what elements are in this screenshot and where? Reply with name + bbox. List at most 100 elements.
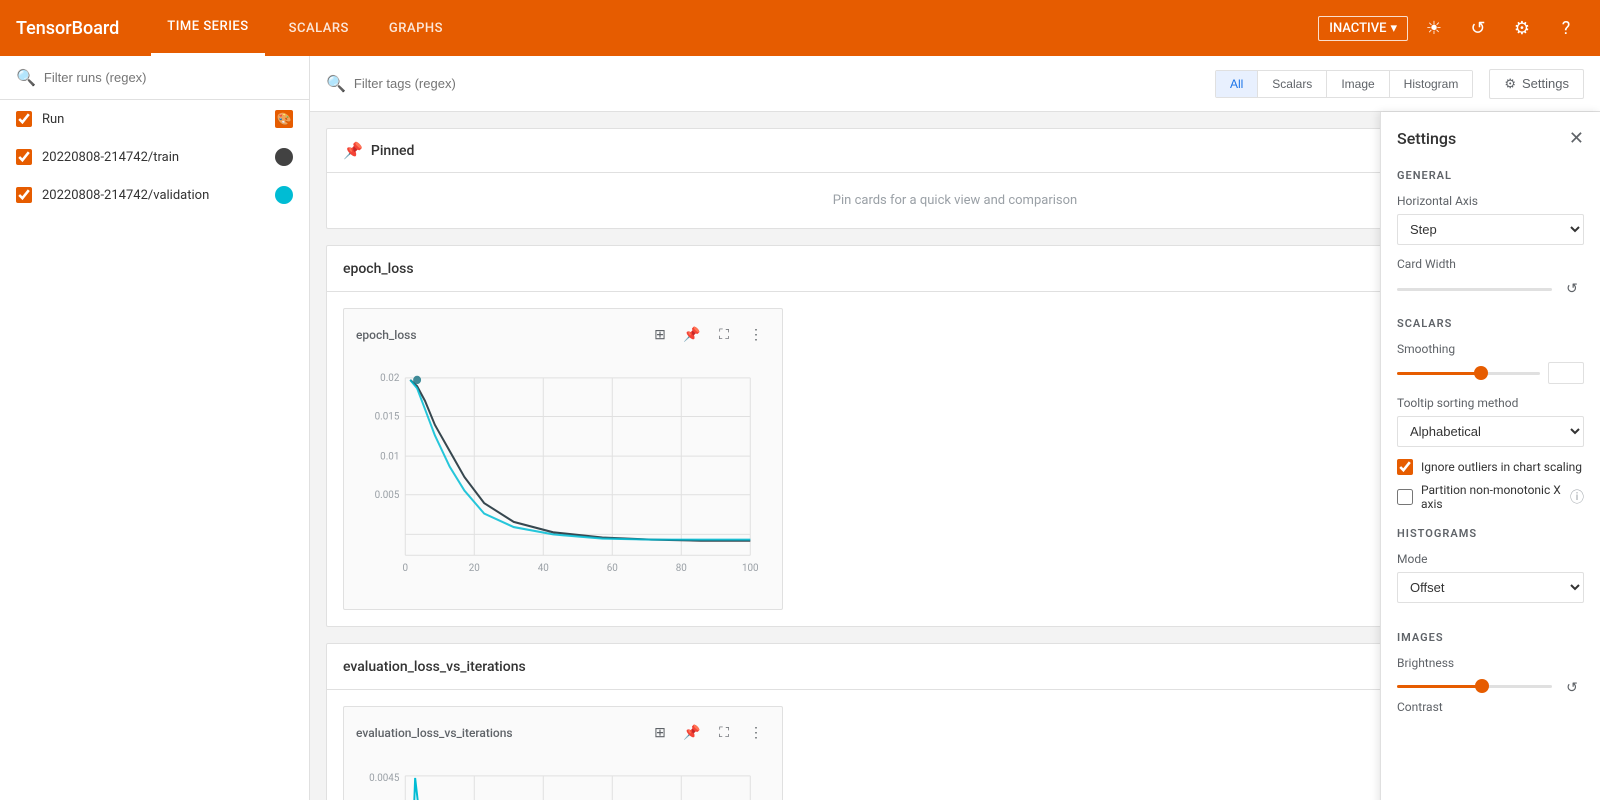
- sidebar-filter: 🔍: [0, 56, 309, 100]
- brightness-reset-icon[interactable]: ↺: [1560, 676, 1584, 700]
- svg-text:60: 60: [607, 563, 618, 574]
- chart-card-eval-loss: evaluation_loss_vs_iterations ⊞ 📌 ⛶ ⋮: [343, 706, 783, 800]
- eval-loss-chart: 0.0045 0.004: [356, 755, 770, 800]
- filter-tags-input[interactable]: [354, 76, 1199, 91]
- svg-text:100: 100: [742, 563, 759, 574]
- filter-runs-input[interactable]: [44, 70, 293, 85]
- svg-text:80: 80: [676, 563, 687, 574]
- ignore-outliers-checkbox[interactable]: [1397, 459, 1413, 475]
- partition-help-icon[interactable]: ⓘ: [1570, 487, 1584, 507]
- card-width-label: Card Width: [1397, 257, 1584, 271]
- mode-label: Mode: [1397, 552, 1584, 566]
- svg-text:20: 20: [469, 563, 480, 574]
- svg-text:40: 40: [538, 563, 549, 574]
- image-action-icon[interactable]: ⊞: [646, 321, 674, 349]
- section-title-epoch-loss: epoch_loss: [343, 261, 414, 277]
- card-width-row: ↺: [1397, 277, 1584, 301]
- topnav-links: TIME SERIES SCALARS GRAPHS: [151, 0, 1318, 56]
- run-item-run: Run 🎨: [0, 100, 309, 138]
- smoothing-slider[interactable]: [1397, 372, 1540, 375]
- partition-label: Partition non-monotonic X axis: [1421, 483, 1562, 511]
- nav-time-series[interactable]: TIME SERIES: [151, 0, 264, 56]
- horizontal-axis-select[interactable]: Step Relative Wall: [1397, 214, 1584, 245]
- partition-row: Partition non-monotonic X axis ⓘ: [1397, 483, 1584, 511]
- filter-buttons: All Scalars Image Histogram: [1215, 70, 1473, 98]
- ignore-outliers-row: Ignore outliers in chart scaling: [1397, 459, 1584, 475]
- scalars-section-label: SCALARS: [1397, 317, 1584, 330]
- images-section-label: IMAGES: [1397, 631, 1584, 644]
- tooltip-sort-label: Tooltip sorting method: [1397, 396, 1584, 410]
- partition-checkbox[interactable]: [1397, 489, 1413, 505]
- run-color-palette: 🎨: [275, 110, 293, 128]
- chart-card-title-epoch-loss: epoch_loss: [356, 328, 417, 342]
- sidebar: 🔍 Run 🎨 20220808-214742/train: [0, 56, 310, 800]
- chart-card-eval-loss-header: evaluation_loss_vs_iterations ⊞ 📌 ⛶ ⋮: [356, 719, 770, 747]
- status-dropdown[interactable]: INACTIVE ▾: [1318, 16, 1408, 41]
- svg-text:0.015: 0.015: [375, 411, 400, 422]
- filter-btn-histogram[interactable]: Histogram: [1390, 71, 1473, 97]
- eval-fullscreen-action-icon[interactable]: ⛶: [710, 719, 738, 747]
- tooltip-sort-select[interactable]: Alphabetical Ascending Descending Neares…: [1397, 416, 1584, 447]
- main-layout: 🔍 Run 🎨 20220808-214742/train: [0, 56, 1600, 800]
- filter-btn-all[interactable]: All: [1216, 71, 1258, 97]
- eval-chart-card-actions: ⊞ 📌 ⛶ ⋮: [646, 719, 770, 747]
- settings-close-button[interactable]: ✕: [1569, 128, 1584, 149]
- chart-card-actions: ⊞ 📌 ⛶ ⋮: [646, 321, 770, 349]
- svg-text:0.005: 0.005: [375, 490, 400, 501]
- chart-card-epoch-loss: epoch_loss ⊞ 📌 ⛶ ⋮: [343, 308, 783, 610]
- run-checkbox-validation[interactable]: [16, 187, 32, 203]
- more-action-icon[interactable]: ⋮: [742, 321, 770, 349]
- histograms-section-label: HISTOGRAMS: [1397, 527, 1584, 540]
- topnav-right: INACTIVE ▾ ☀ ↺ ⚙ ?: [1318, 10, 1584, 46]
- gear-icon[interactable]: ⚙: [1504, 10, 1540, 46]
- smoothing-row: 0.6: [1397, 362, 1584, 384]
- contrast-label: Contrast: [1397, 700, 1584, 714]
- help-icon[interactable]: ?: [1548, 10, 1584, 46]
- settings-icon: ⚙: [1504, 76, 1516, 92]
- theme-icon[interactable]: ☀: [1416, 10, 1452, 46]
- mode-select[interactable]: Offset Overlay: [1397, 572, 1584, 603]
- card-width-slider-track: [1397, 288, 1552, 291]
- eval-image-action-icon[interactable]: ⊞: [646, 719, 674, 747]
- run-label-train: 20220808-214742/train: [42, 150, 265, 165]
- nav-scalars[interactable]: SCALARS: [273, 0, 365, 56]
- chart-card-title-eval-loss: evaluation_loss_vs_iterations: [356, 726, 513, 740]
- svg-text:0: 0: [403, 563, 409, 574]
- run-list: Run 🎨 20220808-214742/train 20220808-214…: [0, 100, 309, 800]
- fullscreen-action-icon[interactable]: ⛶: [710, 321, 738, 349]
- chart-card-epoch-loss-header: epoch_loss ⊞ 📌 ⛶ ⋮: [356, 321, 770, 349]
- filter-btn-scalars[interactable]: Scalars: [1258, 71, 1327, 97]
- run-color-validation: [275, 186, 293, 204]
- general-section-label: GENERAL: [1397, 169, 1584, 182]
- settings-button[interactable]: ⚙ Settings: [1489, 69, 1584, 99]
- nav-graphs[interactable]: GRAPHS: [373, 0, 459, 56]
- brand-logo: TensorBoard: [16, 18, 119, 39]
- run-item-train: 20220808-214742/train: [0, 138, 309, 176]
- horizontal-axis-label: Horizontal Axis: [1397, 194, 1584, 208]
- card-width-reset-icon[interactable]: ↺: [1560, 277, 1584, 301]
- tag-filter: 🔍: [326, 74, 1199, 93]
- brightness-slider[interactable]: [1397, 685, 1552, 688]
- run-checkbox-train[interactable]: [16, 149, 32, 165]
- refresh-icon[interactable]: ↺: [1460, 10, 1496, 46]
- content-toolbar: 🔍 All Scalars Image Histogram ⚙ Settings: [310, 56, 1600, 112]
- run-color-train: [275, 148, 293, 166]
- brightness-label: Brightness: [1397, 656, 1584, 670]
- settings-panel-header: Settings ✕: [1397, 128, 1584, 149]
- eval-more-action-icon[interactable]: ⋮: [742, 719, 770, 747]
- svg-text:0.0045: 0.0045: [369, 773, 400, 784]
- run-label-validation: 20220808-214742/validation: [42, 188, 265, 203]
- topnav: TensorBoard TIME SERIES SCALARS GRAPHS I…: [0, 0, 1600, 56]
- app-container: TensorBoard TIME SERIES SCALARS GRAPHS I…: [0, 0, 1600, 800]
- settings-btn-label: Settings: [1522, 76, 1569, 91]
- pin-icon: 📌: [343, 141, 363, 160]
- run-checkbox-run[interactable]: [16, 111, 32, 127]
- eval-pin-action-icon[interactable]: 📌: [678, 719, 706, 747]
- filter-btn-image[interactable]: Image: [1327, 71, 1389, 97]
- ignore-outliers-label: Ignore outliers in chart scaling: [1421, 460, 1584, 474]
- run-label-run: Run: [42, 112, 265, 127]
- pin-action-icon[interactable]: 📌: [678, 321, 706, 349]
- chevron-down-icon: ▾: [1390, 21, 1397, 36]
- smoothing-value[interactable]: 0.6: [1548, 362, 1584, 384]
- svg-text:0.02: 0.02: [380, 373, 399, 384]
